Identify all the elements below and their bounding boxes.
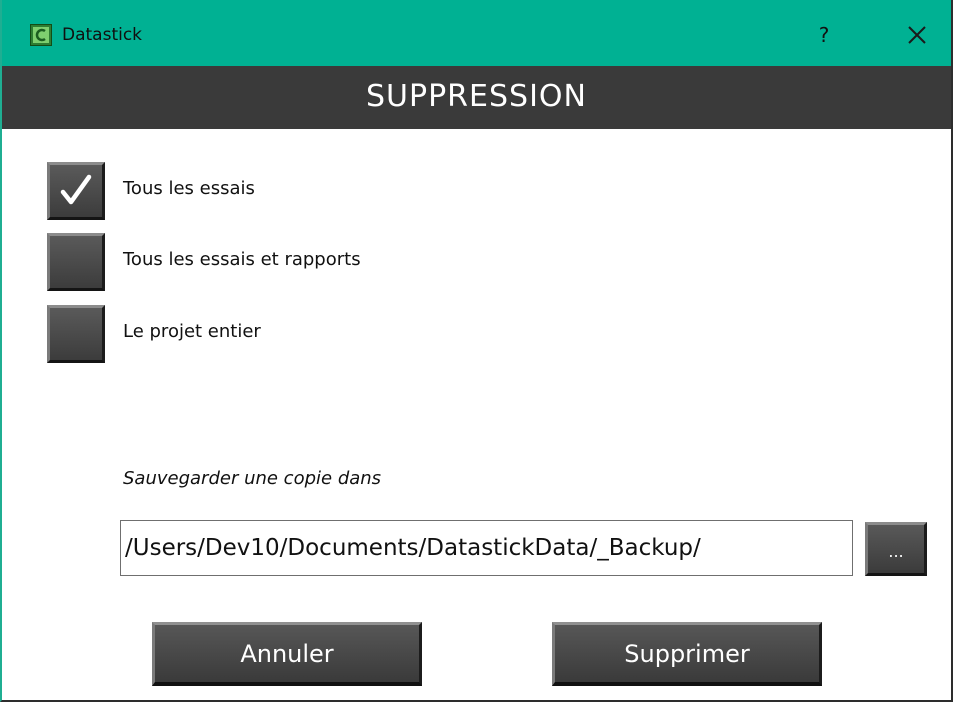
title-bar[interactable]: Datastick ? bbox=[2, 0, 951, 66]
page-title: SUPPRESSION bbox=[366, 79, 587, 114]
checkmark-icon bbox=[60, 174, 92, 205]
window-title: Datastick bbox=[62, 25, 143, 45]
delete-dialog: Datastick ? SUPPRESSION Tous les essais … bbox=[0, 0, 953, 702]
option-label[interactable]: Tous les essais et rapports bbox=[123, 249, 361, 270]
option-tests-and-reports: Tous les essais et rapports bbox=[47, 233, 647, 291]
checkbox-all-tests[interactable] bbox=[47, 162, 105, 220]
help-button[interactable]: ? bbox=[802, 18, 846, 52]
option-all-tests: Tous les essais bbox=[47, 162, 647, 220]
header-band: SUPPRESSION bbox=[2, 66, 951, 129]
checkbox-tests-and-reports[interactable] bbox=[47, 233, 105, 291]
datastick-logo-icon bbox=[30, 24, 52, 46]
browse-button[interactable]: ... bbox=[865, 522, 927, 576]
option-label[interactable]: Tous les essais bbox=[123, 178, 255, 199]
delete-button[interactable]: Supprimer bbox=[552, 622, 822, 686]
option-whole-project: Le projet entier bbox=[47, 305, 647, 363]
option-label[interactable]: Le projet entier bbox=[123, 321, 261, 342]
cancel-button[interactable]: Annuler bbox=[152, 622, 422, 686]
close-button[interactable] bbox=[893, 16, 941, 54]
backup-path-input[interactable] bbox=[120, 520, 853, 576]
close-icon bbox=[908, 26, 926, 44]
checkbox-whole-project[interactable] bbox=[47, 305, 105, 363]
backup-label: Sauvegarder une copie dans bbox=[123, 468, 382, 489]
